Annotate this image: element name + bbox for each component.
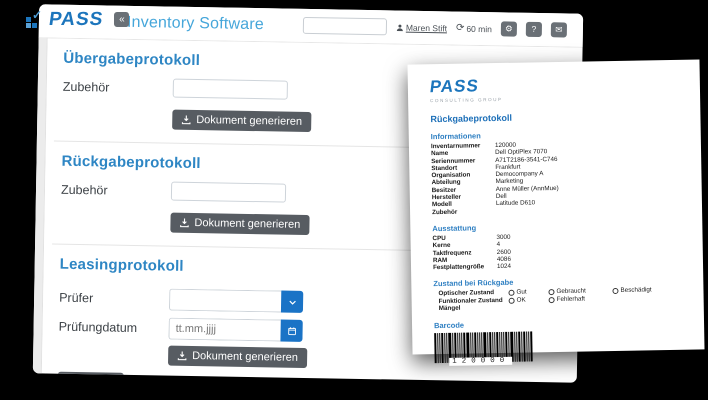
pruefer-dropdown-button[interactable] <box>281 291 303 313</box>
doc-row-label: Zubehör <box>432 208 496 216</box>
doc-row-value: A71T2186-3541-C746 <box>495 156 557 164</box>
barcode: 120000 <box>434 331 527 363</box>
collapse-icon: « <box>119 14 125 25</box>
download-icon <box>179 218 189 228</box>
barcode-value: 120000 <box>449 357 512 366</box>
calendar-button[interactable] <box>280 320 302 342</box>
header-toolbar: Maren Stift ⟳ 60 min ⚙ ? ✉ <box>303 17 567 39</box>
generate-document-label: Dokument generieren <box>192 350 298 364</box>
session-refresh[interactable]: ⟳ 60 min <box>456 23 492 34</box>
help-icon: ? <box>531 24 536 34</box>
document-preview: PASS CONSULTING GROUP Rückgabeprotokoll … <box>407 59 704 354</box>
search-input[interactable] <box>303 17 387 35</box>
generate-document-label: Dokument generieren <box>194 217 300 231</box>
zubehoer-input-uebergabe[interactable] <box>173 79 288 100</box>
field-label: Prüfer <box>59 291 169 307</box>
radio-label: Beschädigt <box>620 287 651 295</box>
settings-button[interactable]: ⚙ <box>501 21 517 36</box>
user-menu-link[interactable]: Maren Stift <box>396 22 447 33</box>
brand-wordmark: PASS <box>48 10 105 29</box>
doc-row-value: 4 <box>497 241 501 248</box>
field-label: Zubehör <box>61 182 171 198</box>
doc-equipment-rows: CPU3000Kerne4Taktfrequenz2600RAM4086Fest… <box>432 231 687 272</box>
rewind-icon: « <box>68 376 75 383</box>
back-label: Zurück <box>78 376 113 383</box>
radio-icon[interactable] <box>508 290 514 296</box>
radio-label: Fehlerhaft <box>557 295 585 303</box>
pruefdatum-group <box>168 318 302 342</box>
doc-row-value: Latitude D610 <box>496 200 535 208</box>
radio-label: OK <box>517 296 526 304</box>
radio-option[interactable]: Fehlerhaft <box>549 295 613 304</box>
help-button[interactable]: ? <box>526 22 542 37</box>
doc-info-rows: Inventarnummer120000NameDell OptiPlex 70… <box>431 139 686 216</box>
calendar-icon <box>287 326 296 335</box>
zubehoer-input-rueckgabe[interactable] <box>171 182 286 203</box>
radio-icon[interactable] <box>549 297 555 303</box>
doc-row-value: 3000 <box>496 234 510 242</box>
generate-document-button-leasing[interactable]: Dokument generieren <box>168 346 307 368</box>
brand-logo: ✓ PASS « <box>26 10 129 29</box>
generate-document-label: Dokument generieren <box>196 114 302 128</box>
mail-icon: ✉ <box>555 24 562 34</box>
generate-document-button-rueckgabe[interactable]: Dokument generieren <box>170 213 309 235</box>
chevron-down-icon <box>288 297 297 306</box>
pruefer-select-group <box>169 289 303 313</box>
pruefer-select[interactable] <box>169 289 281 313</box>
doc-section-barcode: Barcode <box>434 317 688 330</box>
doc-row-value: Anne Müller (AnnMue) <box>496 185 559 193</box>
download-icon <box>181 115 191 125</box>
generate-document-button-uebergabe[interactable]: Dokument generieren <box>172 110 311 132</box>
doc-title: Rückgabeprotokoll <box>430 110 684 124</box>
doc-row-value: 1024 <box>497 263 511 271</box>
refresh-icon: ⟳ <box>456 23 465 33</box>
radio-icon[interactable] <box>612 288 618 294</box>
pruefdatum-input[interactable] <box>168 318 280 342</box>
field-label: Zubehör <box>63 79 173 95</box>
radio-option[interactable]: Beschädigt <box>612 286 682 295</box>
app-title: Inventory Software <box>127 13 264 33</box>
gear-icon: ⚙ <box>505 23 513 33</box>
radio-option[interactable]: OK <box>509 296 549 304</box>
field-label: Prüfungdatum <box>59 320 169 336</box>
sidebar-collapse-button[interactable]: « <box>114 12 129 27</box>
doc-row-label: Festplattengröße <box>433 263 497 271</box>
download-icon <box>177 351 187 361</box>
doc-brand-wordmark: PASS <box>429 77 480 95</box>
doc-condition-label: Mängel <box>439 304 509 313</box>
person-icon <box>396 23 404 31</box>
pass-grid-icon: ✓ <box>26 11 43 28</box>
back-button[interactable]: « Zurück <box>58 372 124 383</box>
radio-icon[interactable] <box>548 289 554 295</box>
doc-condition-rows: Optischer ZustandGutGebrauchtBeschädigtF… <box>433 286 687 313</box>
user-name: Maren Stift <box>406 22 447 33</box>
doc-brand-logo: PASS CONSULTING GROUP <box>430 74 684 103</box>
radio-icon[interactable] <box>509 297 515 303</box>
session-label: 60 min <box>466 23 492 33</box>
mail-button[interactable]: ✉ <box>551 22 567 37</box>
